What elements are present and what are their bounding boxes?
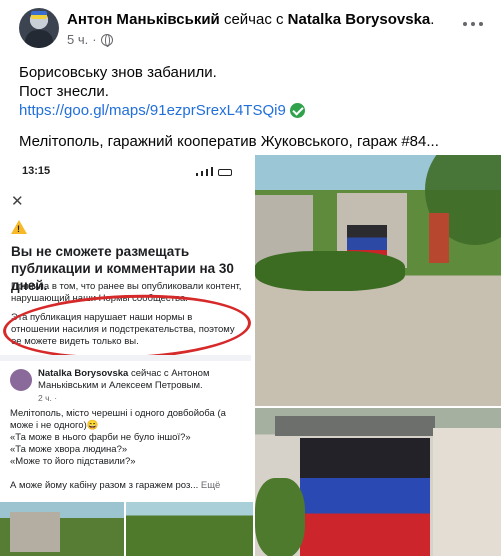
mini-line-2: може і не одного)😄: [10, 420, 99, 431]
post-line-2: Пост знесли.: [19, 83, 109, 100]
mini-post-body: Мелітополь, місто черешні і одного довбо…: [10, 408, 245, 492]
author-avatar[interactable]: [19, 8, 59, 48]
post-time-link[interactable]: 5 ч.: [67, 32, 88, 47]
mini-author-name: Natalka Borysovska: [38, 368, 129, 379]
mini-line-4: «Та може хвора людина?»: [10, 444, 128, 455]
mini-line-7-text: А може йому кабіну разом з гаражем роз..…: [10, 480, 199, 491]
status-time: 13:15: [22, 165, 51, 177]
author-name-link[interactable]: Антон Маньківський: [67, 11, 220, 28]
post-location-text[interactable]: Мелітополь, гаражний кооператив Жуковськ…: [19, 132, 489, 151]
bushes: [255, 251, 405, 291]
mini-line-1: Мелітополь, місто черешні і одного довбо…: [10, 408, 226, 419]
post-body: Борисовську знов забанили. Пост знесли. …: [19, 63, 489, 151]
photo-thumbnail-1[interactable]: [0, 502, 124, 556]
post-line-1: Борисовську знов забанили.: [19, 64, 217, 81]
post-meta: 5 ч. ·: [67, 32, 113, 47]
painted-flag-door: [300, 438, 430, 556]
post-header: Антон Маньківський сейчас с Natalka Bory…: [0, 0, 501, 62]
mini-line-3: «Та може в нього фарби не було іншої?»: [10, 432, 191, 443]
verified-check-icon: [289, 103, 305, 118]
garage-roof: [275, 416, 435, 436]
avatar-flag: [31, 11, 47, 19]
mini-line-7: А може йому кабіну разом з гаражем роз..…: [10, 480, 245, 492]
photo-garages-street[interactable]: [255, 155, 501, 406]
photo-thumbnail-2[interactable]: [126, 502, 253, 556]
plant: [255, 478, 305, 556]
red-door: [429, 213, 449, 263]
garage-pillar: [433, 428, 501, 556]
photo-garage-door[interactable]: [255, 408, 501, 556]
mini-line-6: [10, 468, 245, 480]
map-link-row: https://goo.gl/maps/91ezprSrexL4TSQi9: [19, 101, 489, 120]
card-separator: [0, 355, 251, 361]
photo-grid: 13:15 ✕ ! Вы не сможете размещать публик…: [0, 155, 501, 556]
mini-more-link: Ещё: [200, 480, 221, 491]
mini-time: 2 ч. ·: [38, 393, 58, 403]
with-text: сейчас с: [223, 11, 284, 28]
warning-mark: !: [17, 224, 20, 234]
mini-line-5: «Може то його підставили?»: [10, 456, 136, 467]
battery-icon: [218, 169, 232, 176]
status-icons: [196, 167, 232, 176]
globe-icon[interactable]: [100, 33, 113, 47]
mini-avatar: [10, 369, 32, 391]
author-line: Антон Маньківський сейчас с Natalka Bory…: [67, 10, 434, 30]
avatar-figure: [25, 30, 53, 48]
garage-thumb: [10, 512, 60, 552]
close-icon: ✕: [11, 193, 24, 210]
tagged-suffix: .: [430, 11, 435, 28]
tagged-name-link[interactable]: Natalka Borysovska: [288, 11, 431, 28]
more-options-icon[interactable]: [458, 14, 488, 34]
map-link[interactable]: https://goo.gl/maps/91ezprSrexL4TSQi9: [19, 101, 286, 120]
photo-screenshot[interactable]: 13:15 ✕ ! Вы не сможете размещать публик…: [0, 155, 253, 500]
mini-author-line: Natalka Borysovska сейчас с Антоном Мань…: [38, 368, 243, 392]
meta-separator: ·: [92, 32, 97, 47]
